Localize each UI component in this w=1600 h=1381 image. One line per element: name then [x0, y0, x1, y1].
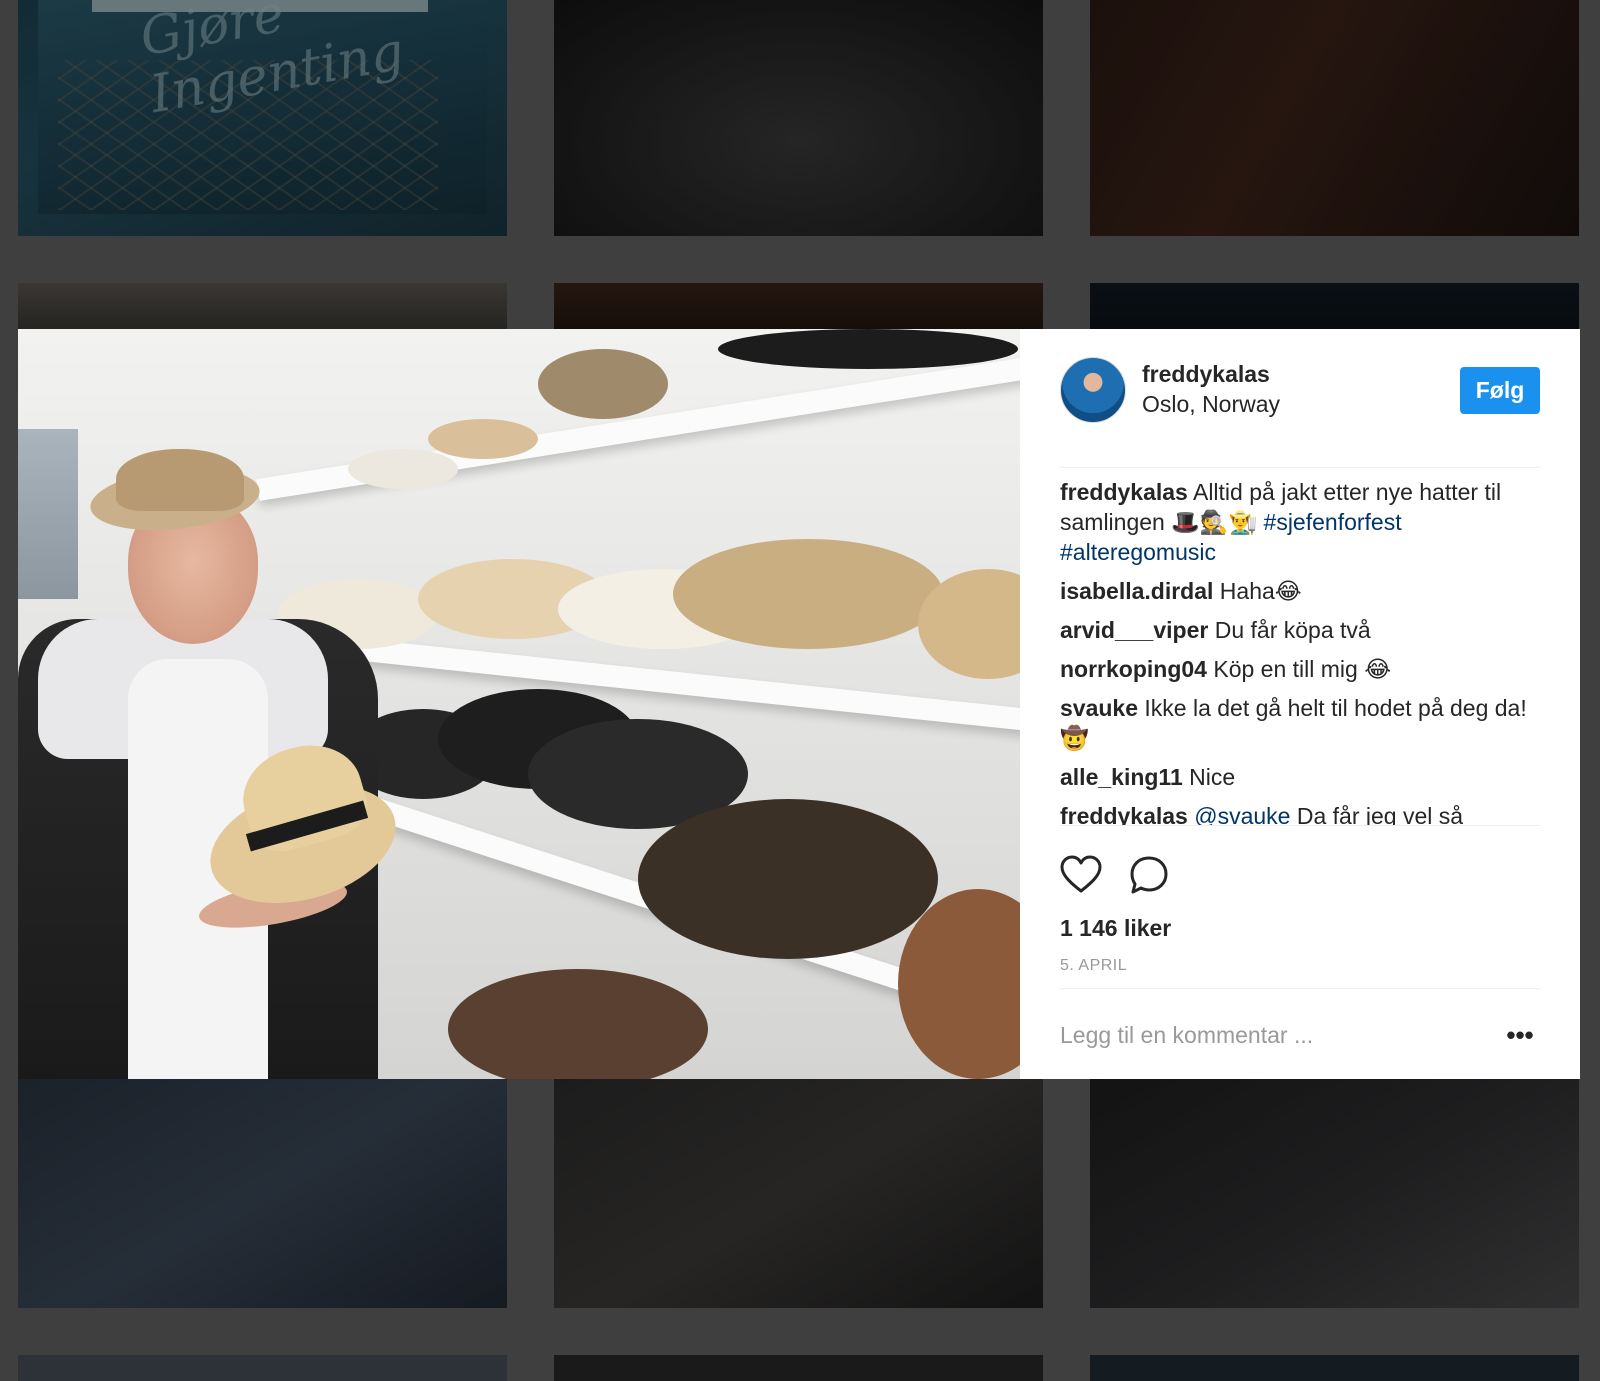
- comment-username[interactable]: freddykalas: [1060, 803, 1188, 825]
- comment-username[interactable]: arvid___viper: [1060, 617, 1208, 643]
- overlay-dim: [554, 1079, 1043, 1308]
- post-location[interactable]: Oslo, Norway: [1142, 391, 1280, 418]
- comment-item: alle_king11 Nice: [1060, 762, 1540, 792]
- comment-item: isabella.dirdal Haha😂: [1060, 576, 1540, 606]
- overlay-dim: [1090, 0, 1579, 236]
- grid-post-thumbnail[interactable]: [1090, 1355, 1579, 1381]
- hashtag-link[interactable]: #alteregomusic: [1060, 539, 1216, 565]
- photo-hat: [538, 349, 668, 419]
- grid-post-thumbnail[interactable]: [554, 283, 1043, 329]
- photo-hat: [428, 419, 538, 459]
- comment-username[interactable]: alle_king11: [1060, 764, 1183, 790]
- post-caption: freddykalas Alltid på jakt etter nye hat…: [1060, 477, 1540, 567]
- comment-text: Da får jeg vel så: [1296, 803, 1464, 826]
- overlay-dim: [1090, 283, 1579, 329]
- overlay-dim: [554, 283, 1043, 329]
- photo-person-hat: [116, 449, 244, 511]
- post-modal: freddykalas Oslo, Norway Følg freddykala…: [18, 329, 1580, 1079]
- speech-bubble-icon[interactable]: [1128, 855, 1170, 895]
- overlay-dim: [18, 1079, 507, 1308]
- comment-list[interactable]: freddykalas Alltid på jakt etter nye hat…: [1060, 477, 1540, 826]
- comment-item: svauke Ikke la det gå helt til hodet på …: [1060, 693, 1540, 753]
- photo-hat: [718, 329, 1018, 369]
- comment-text: Du får köpa två: [1214, 617, 1371, 643]
- comment-item: norrkoping04 Köp en till mig 😂: [1060, 654, 1540, 684]
- caption-username[interactable]: freddykalas: [1060, 479, 1188, 505]
- comment-input[interactable]: [1060, 1017, 1480, 1053]
- divider: [1060, 988, 1540, 989]
- grid-post-thumbnail[interactable]: Gjøre Ingenting: [18, 0, 507, 236]
- comment-text: Nice: [1189, 764, 1236, 790]
- grid-post-thumbnail[interactable]: [18, 283, 507, 329]
- photo-hat: [448, 969, 708, 1079]
- mention-link[interactable]: @svauke: [1194, 803, 1290, 825]
- comment-username[interactable]: isabella.dirdal: [1060, 578, 1213, 604]
- grid-post-thumbnail[interactable]: [1090, 283, 1579, 329]
- overlay-dim: [18, 283, 507, 329]
- comment-item: freddykalas @svauke Da får jeg vel så: [1060, 801, 1540, 826]
- overlay-dim: [1090, 1079, 1579, 1308]
- photo-hat: [348, 449, 458, 489]
- comment-text: Köp en till mig 😂: [1213, 656, 1392, 682]
- like-count[interactable]: 1 146 liker: [1060, 915, 1171, 942]
- overlay-dim: [554, 0, 1043, 236]
- comment-username[interactable]: svauke: [1060, 695, 1138, 721]
- heart-outline-icon[interactable]: [1060, 855, 1102, 895]
- comment-text: Haha😂: [1219, 578, 1302, 604]
- post-side-panel: freddykalas Oslo, Norway Følg freddykala…: [1020, 329, 1580, 1079]
- ellipsis-icon[interactable]: •••: [1500, 1019, 1540, 1051]
- grid-post-thumbnail[interactable]: [1090, 1079, 1579, 1308]
- comment-username[interactable]: norrkoping04: [1060, 656, 1207, 682]
- grid-post-thumbnail[interactable]: [18, 1079, 507, 1308]
- photo-hat: [638, 799, 938, 959]
- hashtag-link[interactable]: #sjefenforfest: [1264, 509, 1402, 535]
- grid-post-thumbnail[interactable]: [554, 0, 1043, 236]
- grid-post-thumbnail[interactable]: [18, 1355, 507, 1381]
- grid-post-thumbnail[interactable]: [1090, 0, 1579, 236]
- grid-post-thumbnail[interactable]: [554, 1355, 1043, 1381]
- grid-post-thumbnail[interactable]: [554, 1079, 1043, 1308]
- overlay-dim: [18, 0, 507, 236]
- avatar[interactable]: [1060, 357, 1126, 423]
- photo-hat: [673, 539, 943, 649]
- photo-window: [18, 429, 78, 599]
- comment-item: arvid___viper Du får köpa två: [1060, 615, 1540, 645]
- post-author-username[interactable]: freddykalas: [1142, 361, 1270, 388]
- follow-button[interactable]: Følg: [1460, 367, 1540, 414]
- post-date[interactable]: 5. APRIL: [1060, 957, 1127, 975]
- post-header: freddykalas Oslo, Norway Følg: [1060, 357, 1540, 468]
- post-photo[interactable]: [18, 329, 1020, 1079]
